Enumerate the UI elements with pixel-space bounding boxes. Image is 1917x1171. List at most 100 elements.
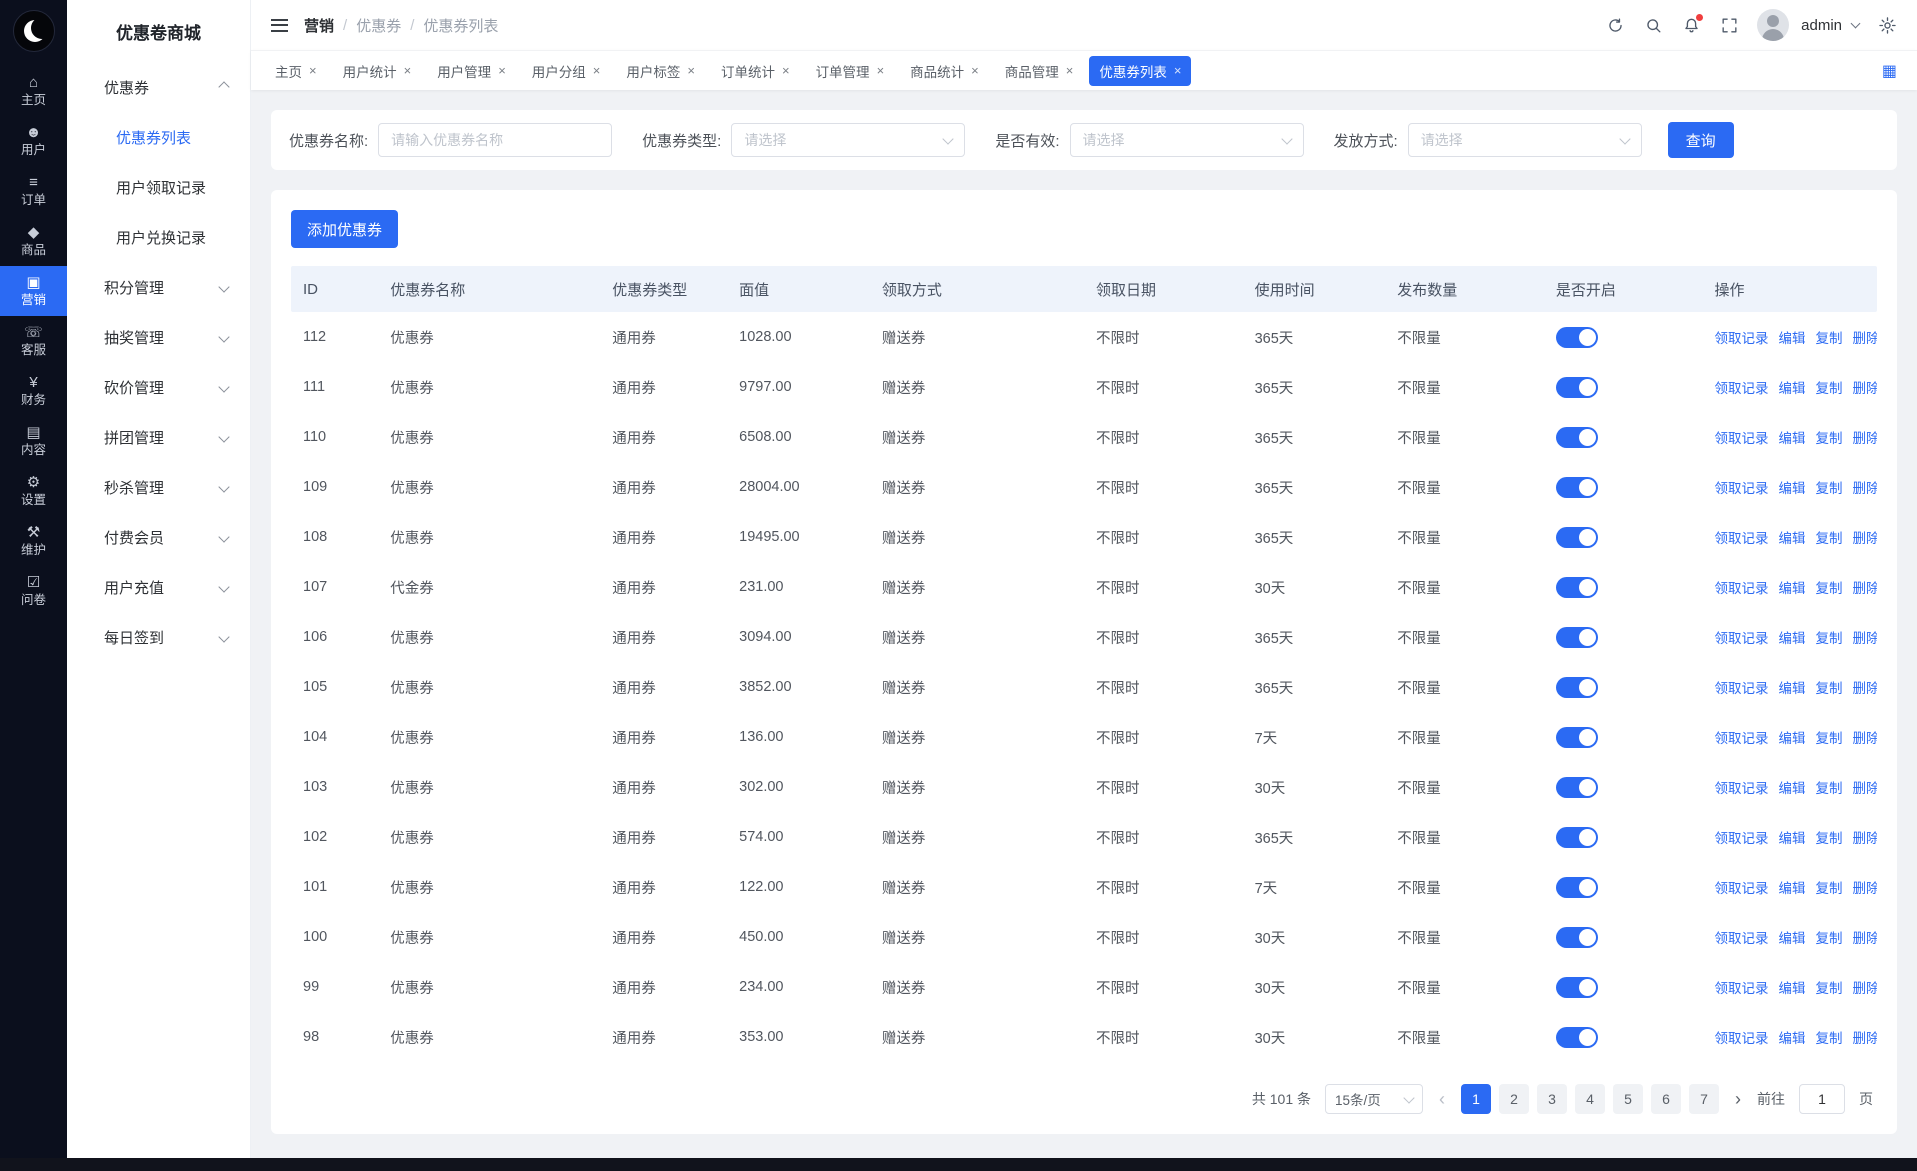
page-size-select[interactable]: 15条/页 (1325, 1084, 1423, 1114)
enable-toggle[interactable] (1556, 877, 1598, 898)
edit-link[interactable]: 编辑 (1778, 977, 1805, 997)
sidebar-item-goods[interactable]: ◆商品 (0, 216, 67, 266)
tab-home[interactable]: 主页× (265, 56, 327, 86)
tab-goods-manage[interactable]: 商品管理× (995, 56, 1084, 86)
close-icon[interactable]: × (1066, 64, 1074, 77)
submenu-item-user-redeem-records[interactable]: 用户兑换记录 (67, 212, 250, 262)
edit-link[interactable]: 编辑 (1778, 327, 1805, 347)
user-avatar[interactable] (1757, 9, 1789, 41)
claim-records-link[interactable]: 领取记录 (1714, 627, 1768, 647)
enable-toggle[interactable] (1556, 477, 1598, 498)
menu-group-daily-checkin[interactable]: 每日签到 (67, 612, 250, 662)
submenu-item-coupon-list[interactable]: 优惠券列表 (67, 112, 250, 162)
tab-menu-grid-icon[interactable]: ▦ (1876, 61, 1903, 81)
sidebar-item-home[interactable]: ⌂主页 (0, 66, 67, 116)
edit-link[interactable]: 编辑 (1778, 877, 1805, 897)
page-button[interactable]: 2 (1499, 1084, 1529, 1114)
page-button[interactable]: 1 (1461, 1084, 1491, 1114)
enable-toggle[interactable] (1556, 927, 1598, 948)
delete-link[interactable]: 删除 (1852, 777, 1876, 797)
enable-toggle[interactable] (1556, 827, 1598, 848)
enable-toggle[interactable] (1556, 977, 1598, 998)
page-button[interactable]: 4 (1575, 1084, 1605, 1114)
settings-gear-icon[interactable] (1877, 15, 1897, 35)
refresh-icon[interactable] (1605, 15, 1625, 35)
edit-link[interactable]: 编辑 (1778, 527, 1805, 547)
copy-link[interactable]: 复制 (1815, 527, 1842, 547)
delete-link[interactable]: 删除 (1852, 627, 1876, 647)
copy-link[interactable]: 复制 (1815, 827, 1842, 847)
copy-link[interactable]: 复制 (1815, 727, 1842, 747)
delete-link[interactable]: 删除 (1852, 1027, 1876, 1047)
breadcrumb-item[interactable]: 优惠券 (356, 15, 401, 36)
edit-link[interactable]: 编辑 (1778, 777, 1805, 797)
claim-records-link[interactable]: 领取记录 (1714, 877, 1768, 897)
sidebar-item-cms[interactable]: ▤内容 (0, 416, 67, 466)
claim-records-link[interactable]: 领取记录 (1714, 427, 1768, 447)
delete-link[interactable]: 删除 (1852, 877, 1876, 897)
submenu-item-user-claim-records[interactable]: 用户领取记录 (67, 162, 250, 212)
breadcrumb-item[interactable]: 优惠券列表 (423, 15, 498, 36)
copy-link[interactable]: 复制 (1815, 927, 1842, 947)
edit-link[interactable]: 编辑 (1778, 1027, 1805, 1047)
enable-toggle[interactable] (1556, 527, 1598, 548)
username[interactable]: admin (1801, 17, 1842, 34)
claim-records-link[interactable]: 领取记录 (1714, 577, 1768, 597)
copy-link[interactable]: 复制 (1815, 577, 1842, 597)
claim-records-link[interactable]: 领取记录 (1714, 727, 1768, 747)
close-icon[interactable]: × (404, 64, 412, 77)
copy-link[interactable]: 复制 (1815, 427, 1842, 447)
claim-records-link[interactable]: 领取记录 (1714, 827, 1768, 847)
claim-records-link[interactable]: 领取记录 (1714, 677, 1768, 697)
menu-group-coupon[interactable]: 优惠券 (67, 62, 250, 112)
search-button[interactable]: 查询 (1668, 122, 1734, 158)
enable-toggle[interactable] (1556, 577, 1598, 598)
close-icon[interactable]: × (687, 64, 695, 77)
close-icon[interactable]: × (498, 64, 506, 77)
issue-method-select[interactable]: 请选择 (1408, 123, 1642, 157)
is-valid-select[interactable]: 请选择 (1070, 123, 1304, 157)
claim-records-link[interactable]: 领取记录 (1714, 927, 1768, 947)
enable-toggle[interactable] (1556, 1027, 1598, 1048)
sidebar-item-settings[interactable]: ⚙设置 (0, 466, 67, 516)
delete-link[interactable]: 删除 (1852, 427, 1876, 447)
delete-link[interactable]: 删除 (1852, 327, 1876, 347)
claim-records-link[interactable]: 领取记录 (1714, 777, 1768, 797)
next-page-button[interactable]: › (1733, 1090, 1743, 1108)
enable-toggle[interactable] (1556, 327, 1598, 348)
sidebar-item-order[interactable]: ≡订单 (0, 166, 67, 216)
tab-goods-stats[interactable]: 商品统计× (900, 56, 989, 86)
edit-link[interactable]: 编辑 (1778, 827, 1805, 847)
tab-user-manage[interactable]: 用户管理× (427, 56, 516, 86)
close-icon[interactable]: × (309, 64, 317, 77)
menu-group-paid-member[interactable]: 付费会员 (67, 512, 250, 562)
copy-link[interactable]: 复制 (1815, 627, 1842, 647)
delete-link[interactable]: 删除 (1852, 977, 1876, 997)
sidebar-item-maintain[interactable]: ⚒维护 (0, 516, 67, 566)
menu-group-bargain[interactable]: 砍价管理 (67, 362, 250, 412)
add-coupon-button[interactable]: 添加优惠券 (291, 210, 398, 248)
copy-link[interactable]: 复制 (1815, 877, 1842, 897)
sidebar-item-service[interactable]: ☏客服 (0, 316, 67, 366)
close-icon[interactable]: × (877, 64, 885, 77)
claim-records-link[interactable]: 领取记录 (1714, 377, 1768, 397)
claim-records-link[interactable]: 领取记录 (1714, 477, 1768, 497)
delete-link[interactable]: 删除 (1852, 727, 1876, 747)
claim-records-link[interactable]: 领取记录 (1714, 977, 1768, 997)
notification-bell-icon[interactable] (1681, 15, 1701, 35)
delete-link[interactable]: 删除 (1852, 477, 1876, 497)
close-icon[interactable]: × (971, 64, 979, 77)
edit-link[interactable]: 编辑 (1778, 427, 1805, 447)
edit-link[interactable]: 编辑 (1778, 677, 1805, 697)
edit-link[interactable]: 编辑 (1778, 727, 1805, 747)
claim-records-link[interactable]: 领取记录 (1714, 1027, 1768, 1047)
coupon-type-select[interactable]: 请选择 (731, 123, 965, 157)
enable-toggle[interactable] (1556, 727, 1598, 748)
delete-link[interactable]: 删除 (1852, 677, 1876, 697)
page-button[interactable]: 5 (1613, 1084, 1643, 1114)
fullscreen-icon[interactable] (1719, 15, 1739, 35)
coupon-name-input[interactable] (378, 123, 612, 157)
sidebar-item-finance[interactable]: ¥财务 (0, 366, 67, 416)
tab-order-stats[interactable]: 订单统计× (711, 56, 800, 86)
edit-link[interactable]: 编辑 (1778, 577, 1805, 597)
